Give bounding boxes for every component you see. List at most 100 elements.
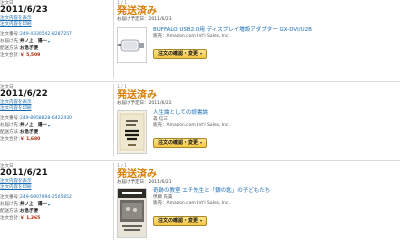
shipping-label: 配送方法： [0,46,23,51]
column-divider [113,163,114,240]
chevron-down-icon[interactable]: ▾ [48,122,50,129]
order-summary: 注文日 2011/6/23 注文内容を表示 注文内容を印刷 注文番号： 249-… [0,1,112,59]
item-details: 人生論としての読書論 森 信三 販売：Amazon.com Int'l Sale… [153,110,400,148]
order-number[interactable]: 249-6907994-2505652 [20,194,72,201]
product-thumbnail[interactable] [117,27,147,63]
manage-order-label: 注文の確認・変更 [158,51,199,57]
order-status-panel: 1 / 1 発送済み お届け予定日：2011/6/23 BUFFALO USB2… [117,1,400,63]
order-date: 2011/6/22 [0,89,48,99]
recipient-name[interactable]: 井ノ上 陽一 [20,38,47,45]
item-details: 奇跡の教室 エチ先生と「銀の匙」の子どもたち 伊藤 氏貴 販売：Amazon.c… [153,188,400,226]
recipient-row: お届け先： 井ノ上 陽一 ▾ [0,38,112,45]
order-item: 奇跡の教室 エチ先生と「銀の匙」の子どもたち 伊藤 氏貴 販売：Amazon.c… [117,188,400,238]
order-status-panel: 1 / 1 発送済み お届け予定日：2011/6/22 人生論としての読書論 森… [117,85,400,154]
order-item: 人生論としての読書論 森 信三 販売：Amazon.com Int'l Sale… [117,110,400,154]
order-total: ￥ 5,509 [20,53,41,58]
delivery-date-value: 2011/6/23 [148,17,172,22]
manage-order-label: 注文の確認・変更 [158,140,199,146]
delivery-date: お届け予定日：2011/6/21 [117,180,400,186]
shipping-label: 配送方法： [0,130,23,135]
seller-label: 販売： [153,123,167,128]
seller-name: Amazon.com Int'l Sales, Inc. [166,201,230,206]
book-cover-image [118,189,146,237]
seller-label: 販売： [153,201,167,206]
order-summary: 注文日 2011/6/22 注文内容を表示 注文内容を印刷 注文番号： 249-… [0,85,112,143]
seller-label: 販売： [153,34,167,39]
order-divider-line [0,160,400,161]
item-seller: 販売：Amazon.com Int'l Sales, Inc. [153,123,400,129]
shipping-label: 配送方法： [0,209,23,214]
total-label: 注文合計： [0,53,23,58]
recipient-label: お届け先： [0,123,23,128]
recipient-label: お届け先： [0,39,23,44]
caret-down-icon: ▾ [200,218,203,223]
seller-name: Amazon.com Int'l Sales, Inc. [166,34,230,39]
total-row: 注文合計： ￥ 1,680 [0,136,112,143]
product-thumbnail[interactable] [117,110,147,154]
total-row: 注文合計： ￥ 5,509 [0,52,112,59]
status-badge: 発送済み [117,6,157,17]
order-card: 注文日 2011/6/22 注文内容を表示 注文内容を印刷 注文番号： 249-… [0,84,400,156]
order-card: 注文日 2011/6/21 注文内容を表示 注文内容を印刷 注文番号： 249-… [0,163,400,240]
chevron-down-icon[interactable]: ▾ [48,38,50,45]
seller-name: Amazon.com Int'l Sales, Inc. [166,123,230,128]
manage-order-button[interactable]: 注文の確認・変更 ▾ [153,215,208,226]
item-title[interactable]: 奇跡の教室 エチ先生と「銀の匙」の子どもたち [153,188,400,195]
order-number[interactable]: 249-4330542-8287257 [20,31,72,38]
order-status-panel: 1 / 1 発送済み お届け予定日：2011/6/21 奇跡の教室 エチ先生と「 [117,164,400,238]
order-divider-line [0,81,400,82]
order-number-label: 注文番号： [0,32,23,37]
recipient-name[interactable]: 井ノ上 陽一 [20,201,47,208]
shipping-row: 配送方法： お急ぎ便 [0,45,112,52]
book-cover-image [118,111,146,153]
order-number-row: 注文番号： 249-6907994-2505652 [0,194,112,201]
shipping-row: 配送方法： お急ぎ便 [0,208,112,215]
order-date: 2011/6/21 [0,168,48,178]
status-badge: 発送済み [117,90,157,101]
manage-order-button[interactable]: 注文の確認・変更 ▾ [153,137,208,148]
order-total: ￥ 1,680 [20,137,41,142]
order-number-label: 注文番号： [0,195,23,200]
order-item: BUFFALO USB2.0用 ディスプレイ増設アダプター GX-DVI/U2B… [117,27,400,67]
delivery-date-value: 2011/6/22 [148,101,172,106]
recipient-label: お届け先： [0,202,23,207]
total-row: 注文合計： ￥ 1,365 [0,215,112,222]
item-title[interactable]: BUFFALO USB2.0用 ディスプレイ増設アダプター GX-DVI/U2B [153,27,400,34]
chevron-down-icon[interactable]: ▾ [48,201,50,208]
order-number-row: 注文番号： 249-4330542-8287257 [0,31,112,38]
status-badge: 発送済み [117,169,157,180]
delivery-date-label: お届け予定日： [117,17,149,22]
column-divider [113,0,114,78]
order-number[interactable]: 249-8958828-6422430 [20,115,72,122]
delivery-date: お届け予定日：2011/6/22 [117,101,400,107]
delivery-date-label: お届け予定日： [117,180,149,185]
total-label: 注文合計： [0,137,23,142]
item-details: BUFFALO USB2.0用 ディスプレイ増設アダプター GX-DVI/U2B… [153,27,400,59]
usb-adapter-image [118,39,144,52]
order-total: ￥ 1,365 [20,216,41,221]
shipping-method: お急ぎ便 [20,46,38,51]
item-title[interactable]: 人生論としての読書論 [153,110,400,117]
recipient-row: お届け先： 井ノ上 陽一 ▾ [0,122,112,129]
order-summary: 注文日 2011/6/21 注文内容を表示 注文内容を印刷 注文番号： 249-… [0,164,112,222]
product-thumbnail[interactable] [117,188,147,238]
order-date: 2011/6/23 [0,5,48,15]
caret-down-icon: ▾ [200,140,203,145]
delivery-date-value: 2011/6/21 [148,180,172,185]
shipping-row: 配送方法： お急ぎ便 [0,129,112,136]
item-seller: 販売：Amazon.com Int'l Sales, Inc. [153,34,400,40]
shipping-method: お急ぎ便 [20,209,38,214]
caret-down-icon: ▾ [200,51,203,56]
order-number-label: 注文番号： [0,116,23,121]
manage-order-button[interactable]: 注文の確認・変更 ▾ [153,48,208,59]
shipping-method: お急ぎ便 [20,130,38,135]
item-seller: 販売：Amazon.com Int'l Sales, Inc. [153,201,400,207]
order-card: 注文日 2011/6/23 注文内容を表示 注文内容を印刷 注文番号： 249-… [0,0,400,78]
delivery-date: お届け予定日：2011/6/23 [117,17,400,23]
order-number-row: 注文番号： 249-8958828-6422430 [0,115,112,122]
delivery-date-label: お届け予定日： [117,101,149,106]
column-divider [113,84,114,156]
recipient-row: お届け先： 井ノ上 陽一 ▾ [0,201,112,208]
recipient-name[interactable]: 井ノ上 陽一 [20,122,47,129]
manage-order-label: 注文の確認・変更 [158,218,199,224]
